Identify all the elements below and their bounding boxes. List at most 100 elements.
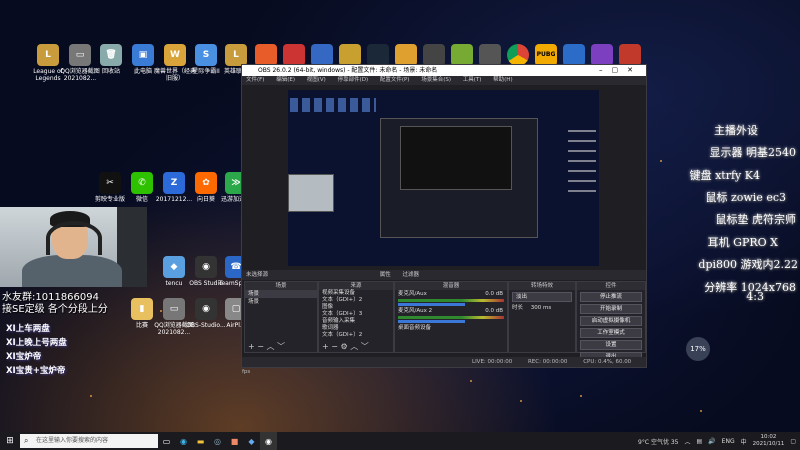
edge-icon[interactable]: ◉: [175, 432, 192, 450]
window-controls[interactable]: –▢✕: [599, 65, 642, 76]
game-icon[interactable]: [283, 44, 305, 66]
file-explorer-icon[interactable]: ▬: [192, 432, 209, 450]
weather-tray[interactable]: 9°C 空气优 35: [638, 437, 678, 446]
menu-docks[interactable]: 停靠部件(D): [338, 77, 369, 83]
pubg-icon[interactable]: PUBG: [535, 44, 557, 66]
clock[interactable]: 10:02 2021/10/11: [753, 434, 785, 448]
menu-view[interactable]: 视图(V): [307, 77, 326, 83]
weather-badge[interactable]: 17%: [686, 337, 710, 361]
capcut-icon: ✂: [99, 172, 121, 194]
headset: [46, 221, 102, 255]
volume-slider[interactable]: [398, 303, 466, 306]
game-icon[interactable]: [479, 44, 501, 66]
transitions-header: 转场特效: [509, 282, 575, 290]
spec-line: 耳机 GPRO X: [707, 236, 778, 249]
volume-icon[interactable]: 🔊: [708, 438, 715, 445]
source-item[interactable]: 歌词器: [319, 325, 393, 332]
archive-icon: Z: [163, 172, 185, 194]
properties-button[interactable]: 属性: [380, 272, 391, 278]
input-lang[interactable]: ENG: [722, 438, 735, 445]
scenes-controls[interactable]: + − ︿ ﹀: [245, 342, 317, 352]
game-icon[interactable]: [563, 44, 585, 66]
scenes-header: 场景: [245, 282, 317, 290]
live-status: LIVE: 00:00:00: [472, 359, 513, 365]
menu-file[interactable]: 文件(F): [246, 77, 264, 83]
source-item[interactable]: 文本（GDI+）3: [319, 311, 393, 318]
system-tray: 9°C 空气优 35 ︿ ▤ 🔊 ENG 中 10:02 2021/10/11 …: [632, 432, 796, 450]
menu-profile[interactable]: 配置文件(P): [380, 77, 410, 83]
source-item[interactable]: 音频输入采集: [319, 318, 393, 325]
game-icon[interactable]: [311, 44, 333, 66]
notification-icon[interactable]: ▢: [790, 438, 796, 445]
virtual-camera-button[interactable]: 启动虚拟摄像机: [580, 316, 642, 326]
folder-icon: ▮: [131, 298, 153, 320]
note-item: XI上车两盘: [6, 324, 50, 334]
windows-icon: ⊞: [6, 436, 14, 446]
source-item[interactable]: 视频采集设备: [319, 290, 393, 297]
steam-taskbar-icon[interactable]: ◎: [209, 432, 226, 450]
spec-line: 键盘 xtrfy K4: [689, 169, 760, 182]
duration-label: 时长: [512, 305, 524, 311]
app-icon: ◆: [163, 256, 185, 278]
game-icon[interactable]: [255, 44, 277, 66]
menu-tools[interactable]: 工具(T): [463, 77, 482, 83]
transition-select[interactable]: 淡出: [512, 292, 572, 302]
icon-label: 回收站: [101, 68, 120, 75]
game-icon[interactable]: [591, 44, 613, 66]
mixer-track-label: 麦克风/Aux 0.0 dB: [395, 290, 507, 298]
game-icon[interactable]: [423, 44, 445, 66]
obs-window[interactable]: OBS 26.0.2 (64-bit, windows) - 配置文件: 未命名…: [241, 64, 647, 375]
filters-button[interactable]: 过滤器: [403, 272, 420, 278]
start-recording-button[interactable]: 开始录制: [580, 304, 642, 314]
mixer-db: 0.0 dB: [485, 291, 503, 297]
menu-edit[interactable]: 编辑(E): [276, 77, 295, 83]
sources-dock: 来源 视频采集设备 文本（GDI+）2 图像 文本（GDI+）3 音频输入采集 …: [318, 281, 394, 353]
app-taskbar-icon[interactable]: ■: [226, 432, 243, 450]
league-icon: L: [37, 44, 59, 66]
duration-input[interactable]: 300 ms: [531, 305, 551, 311]
mixer-header: 混音器: [395, 282, 507, 290]
source-item[interactable]: 图像: [319, 304, 393, 311]
start-button[interactable]: ⊞: [0, 432, 20, 450]
no-source-label: 未选择源: [246, 272, 269, 278]
settings-button[interactable]: 设置: [580, 340, 642, 350]
obs-preview[interactable]: [288, 90, 599, 266]
network-icon[interactable]: ▤: [697, 438, 703, 445]
icon-label: 此电脑: [133, 68, 152, 75]
obs-title-bar[interactable]: OBS 26.0.2 (64-bit, windows) - 配置文件: 未命名…: [242, 65, 646, 76]
source-item[interactable]: 文本（GDI+）2: [319, 297, 393, 304]
sources-controls[interactable]: + − ⚙ ︿ ﹀: [319, 342, 393, 352]
input-method-icon[interactable]: 中: [741, 437, 747, 446]
scenes-dock: 场景 场景 场景 + − ︿ ﹀: [244, 281, 318, 353]
duration-row: 时长 300 ms: [509, 304, 575, 312]
menu-help[interactable]: 帮助(H): [493, 77, 512, 83]
steam-icon[interactable]: [367, 44, 389, 66]
tray-chevron-icon[interactable]: ︿: [685, 437, 691, 446]
obs-title: OBS 26.0.2 (64-bit, windows) - 配置文件: 未命名…: [258, 67, 438, 74]
scene-item[interactable]: 场景: [245, 298, 317, 306]
app-taskbar-icon[interactable]: ◆: [243, 432, 260, 450]
rank-note-text: 接SE定级 各个分段上分: [2, 304, 108, 315]
mixer-track-name: 麦克风/Aux 2: [398, 308, 433, 314]
studio-mode-button[interactable]: 工作室模式: [580, 328, 642, 338]
game-icon[interactable]: [619, 44, 641, 66]
taskbar: ⊞ ⌕ 在这里输入你要搜索的内容 ▭ ◉ ▬ ◎ ■ ◆ ◉ 9°C 空气优 3…: [0, 432, 800, 450]
game-icon[interactable]: [451, 44, 473, 66]
stop-streaming-button[interactable]: 停止推流: [580, 292, 642, 302]
game-icon[interactable]: [339, 44, 361, 66]
menu-scene-collection[interactable]: 场景集合(S): [421, 77, 451, 83]
background-spark: [700, 410, 702, 412]
csgo-icon[interactable]: [395, 44, 417, 66]
chrome-icon[interactable]: [507, 44, 529, 66]
clock-time: 10:02: [760, 434, 777, 440]
taskbar-search[interactable]: ⌕ 在这里输入你要搜索的内容: [20, 434, 158, 448]
preview-spec-text: [568, 130, 596, 200]
volume-slider[interactable]: [398, 320, 466, 323]
obs-taskbar-icon[interactable]: ◉: [260, 432, 277, 450]
icon-label: 比赛: [135, 322, 148, 329]
controls-dock: 控件 停止推流 开始录制 启动虚拟摄像机 工作室模式 设置 退出: [576, 281, 646, 362]
source-item[interactable]: 文本（GDI+）2: [319, 332, 393, 339]
scene-item[interactable]: 场景: [245, 290, 317, 298]
task-view-icon[interactable]: ▭: [158, 432, 175, 450]
wow-icon: W: [164, 44, 186, 66]
